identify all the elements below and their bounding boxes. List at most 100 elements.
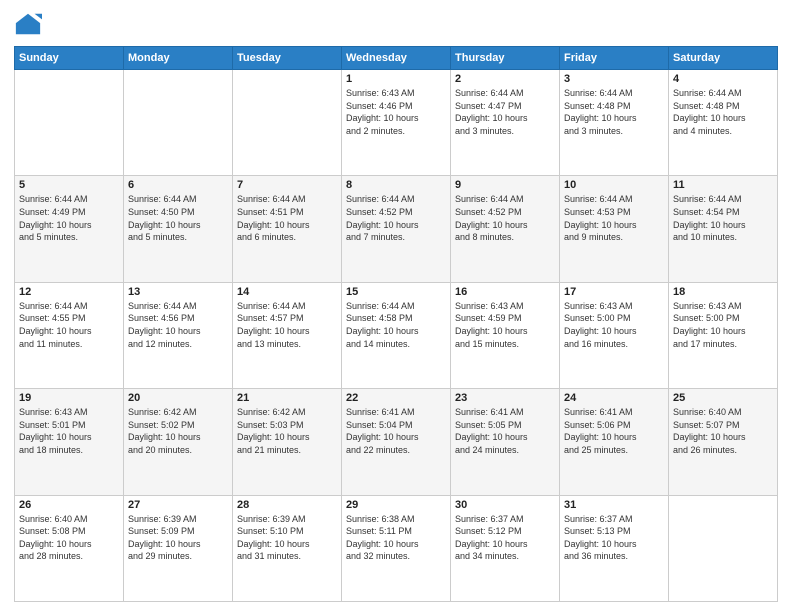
- calendar-day-cell: 20 Sunrise: 6:42 AM Sunset: 5:02 PM Dayli…: [124, 389, 233, 495]
- day-number: 7: [237, 179, 337, 191]
- calendar-week-row: 19 Sunrise: 6:43 AM Sunset: 5:01 PM Dayli…: [15, 389, 778, 495]
- day-number: 23: [455, 392, 555, 404]
- day-number: 20: [128, 392, 228, 404]
- day-detail: Sunrise: 6:44 AM Sunset: 4:51 PM Dayligh…: [237, 193, 337, 243]
- day-detail: Sunrise: 6:44 AM Sunset: 4:49 PM Dayligh…: [19, 193, 119, 243]
- calendar-day-cell: 1Sunrise: 6:43 AM Sunset: 4:46 PM Daylig…: [342, 70, 451, 176]
- day-detail: Sunrise: 6:40 AM Sunset: 5:08 PM Dayligh…: [19, 513, 119, 563]
- day-detail: Sunrise: 6:44 AM Sunset: 4:53 PM Dayligh…: [564, 193, 664, 243]
- day-number: 16: [455, 286, 555, 298]
- calendar-day-cell: 29Sunrise: 6:38 AM Sunset: 5:11 PM Dayli…: [342, 495, 451, 601]
- logo-icon: [14, 10, 42, 38]
- day-number: 21: [237, 392, 337, 404]
- day-detail: Sunrise: 6:40 AM Sunset: 5:07 PM Dayligh…: [673, 406, 773, 456]
- calendar-header-monday: Monday: [124, 47, 233, 70]
- calendar-day-cell: 9 Sunrise: 6:44 AM Sunset: 4:52 PM Daylig…: [451, 176, 560, 282]
- day-detail: Sunrise: 6:42 AM Sunset: 5:02 PM Dayligh…: [128, 406, 228, 456]
- calendar-header-thursday: Thursday: [451, 47, 560, 70]
- calendar-day-cell: 13Sunrise: 6:44 AM Sunset: 4:56 PM Dayli…: [124, 282, 233, 388]
- day-number: 22: [346, 392, 446, 404]
- day-number: 2: [455, 73, 555, 85]
- day-number: 12: [19, 286, 119, 298]
- calendar-day-cell: 26 Sunrise: 6:40 AM Sunset: 5:08 PM Dayli…: [15, 495, 124, 601]
- day-detail: Sunrise: 6:44 AM Sunset: 4:54 PM Dayligh…: [673, 193, 773, 243]
- calendar-day-cell: 2 Sunrise: 6:44 AM Sunset: 4:47 PM Daylig…: [451, 70, 560, 176]
- day-detail: Sunrise: 6:39 AM Sunset: 5:09 PM Dayligh…: [128, 513, 228, 563]
- day-detail: Sunrise: 6:44 AM Sunset: 4:52 PM Dayligh…: [346, 193, 446, 243]
- calendar-day-cell: 31 Sunrise: 6:37 AM Sunset: 5:13 PM Dayli…: [560, 495, 669, 601]
- calendar-day-cell: 30 Sunrise: 6:37 AM Sunset: 5:12 PM Dayli…: [451, 495, 560, 601]
- day-number: 13: [128, 286, 228, 298]
- calendar-day-cell: 17 Sunrise: 6:43 AM Sunset: 5:00 PM Dayli…: [560, 282, 669, 388]
- day-number: 17: [564, 286, 664, 298]
- calendar-day-cell: [124, 70, 233, 176]
- day-detail: Sunrise: 6:41 AM Sunset: 5:04 PM Dayligh…: [346, 406, 446, 456]
- day-number: 4: [673, 73, 773, 85]
- day-number: 15: [346, 286, 446, 298]
- calendar-day-cell: [669, 495, 778, 601]
- day-detail: Sunrise: 6:44 AM Sunset: 4:50 PM Dayligh…: [128, 193, 228, 243]
- calendar-day-cell: 10 Sunrise: 6:44 AM Sunset: 4:53 PM Dayli…: [560, 176, 669, 282]
- day-detail: Sunrise: 6:44 AM Sunset: 4:47 PM Dayligh…: [455, 87, 555, 137]
- calendar-day-cell: [233, 70, 342, 176]
- calendar-day-cell: 25Sunrise: 6:40 AM Sunset: 5:07 PM Dayli…: [669, 389, 778, 495]
- calendar-week-row: 12 Sunrise: 6:44 AM Sunset: 4:55 PM Dayli…: [15, 282, 778, 388]
- day-number: 26: [19, 499, 119, 511]
- calendar-day-cell: 12 Sunrise: 6:44 AM Sunset: 4:55 PM Dayli…: [15, 282, 124, 388]
- calendar-header-saturday: Saturday: [669, 47, 778, 70]
- day-number: 31: [564, 499, 664, 511]
- day-number: 9: [455, 179, 555, 191]
- calendar-table: SundayMondayTuesdayWednesdayThursdayFrid…: [14, 46, 778, 602]
- day-detail: Sunrise: 6:44 AM Sunset: 4:52 PM Dayligh…: [455, 193, 555, 243]
- day-detail: Sunrise: 6:38 AM Sunset: 5:11 PM Dayligh…: [346, 513, 446, 563]
- day-detail: Sunrise: 6:43 AM Sunset: 4:46 PM Dayligh…: [346, 87, 446, 137]
- day-number: 10: [564, 179, 664, 191]
- day-detail: Sunrise: 6:39 AM Sunset: 5:10 PM Dayligh…: [237, 513, 337, 563]
- calendar-day-cell: 22 Sunrise: 6:41 AM Sunset: 5:04 PM Dayli…: [342, 389, 451, 495]
- page-container: SundayMondayTuesdayWednesdayThursdayFrid…: [0, 0, 792, 612]
- day-detail: Sunrise: 6:42 AM Sunset: 5:03 PM Dayligh…: [237, 406, 337, 456]
- day-detail: Sunrise: 6:44 AM Sunset: 4:57 PM Dayligh…: [237, 300, 337, 350]
- calendar-day-cell: 7 Sunrise: 6:44 AM Sunset: 4:51 PM Daylig…: [233, 176, 342, 282]
- day-number: 27: [128, 499, 228, 511]
- day-number: 24: [564, 392, 664, 404]
- calendar-day-cell: 27 Sunrise: 6:39 AM Sunset: 5:09 PM Dayli…: [124, 495, 233, 601]
- calendar-day-cell: 15 Sunrise: 6:44 AM Sunset: 4:58 PM Dayli…: [342, 282, 451, 388]
- calendar-day-cell: [15, 70, 124, 176]
- calendar-day-cell: 19 Sunrise: 6:43 AM Sunset: 5:01 PM Dayli…: [15, 389, 124, 495]
- day-detail: Sunrise: 6:43 AM Sunset: 5:01 PM Dayligh…: [19, 406, 119, 456]
- day-number: 14: [237, 286, 337, 298]
- day-number: 28: [237, 499, 337, 511]
- calendar-day-cell: 14 Sunrise: 6:44 AM Sunset: 4:57 PM Dayli…: [233, 282, 342, 388]
- calendar-week-row: 1Sunrise: 6:43 AM Sunset: 4:46 PM Daylig…: [15, 70, 778, 176]
- day-detail: Sunrise: 6:41 AM Sunset: 5:06 PM Dayligh…: [564, 406, 664, 456]
- day-detail: Sunrise: 6:41 AM Sunset: 5:05 PM Dayligh…: [455, 406, 555, 456]
- calendar-day-cell: 16 Sunrise: 6:43 AM Sunset: 4:59 PM Dayli…: [451, 282, 560, 388]
- day-detail: Sunrise: 6:43 AM Sunset: 5:00 PM Dayligh…: [564, 300, 664, 350]
- calendar-header-row: SundayMondayTuesdayWednesdayThursdayFrid…: [15, 47, 778, 70]
- calendar-day-cell: 8Sunrise: 6:44 AM Sunset: 4:52 PM Daylig…: [342, 176, 451, 282]
- calendar-header-sunday: Sunday: [15, 47, 124, 70]
- header: [14, 10, 778, 38]
- calendar-day-cell: 21 Sunrise: 6:42 AM Sunset: 5:03 PM Dayli…: [233, 389, 342, 495]
- day-number: 19: [19, 392, 119, 404]
- day-detail: Sunrise: 6:37 AM Sunset: 5:12 PM Dayligh…: [455, 513, 555, 563]
- day-number: 6: [128, 179, 228, 191]
- calendar-day-cell: 4Sunrise: 6:44 AM Sunset: 4:48 PM Daylig…: [669, 70, 778, 176]
- logo: [14, 10, 46, 38]
- day-detail: Sunrise: 6:37 AM Sunset: 5:13 PM Dayligh…: [564, 513, 664, 563]
- day-detail: Sunrise: 6:43 AM Sunset: 5:00 PM Dayligh…: [673, 300, 773, 350]
- day-number: 18: [673, 286, 773, 298]
- calendar-header-tuesday: Tuesday: [233, 47, 342, 70]
- day-detail: Sunrise: 6:44 AM Sunset: 4:55 PM Dayligh…: [19, 300, 119, 350]
- calendar-day-cell: 5Sunrise: 6:44 AM Sunset: 4:49 PM Daylig…: [15, 176, 124, 282]
- day-detail: Sunrise: 6:44 AM Sunset: 4:58 PM Dayligh…: [346, 300, 446, 350]
- calendar-header-friday: Friday: [560, 47, 669, 70]
- calendar-day-cell: 23 Sunrise: 6:41 AM Sunset: 5:05 PM Dayli…: [451, 389, 560, 495]
- day-number: 30: [455, 499, 555, 511]
- day-detail: Sunrise: 6:43 AM Sunset: 4:59 PM Dayligh…: [455, 300, 555, 350]
- calendar-week-row: 5Sunrise: 6:44 AM Sunset: 4:49 PM Daylig…: [15, 176, 778, 282]
- calendar-day-cell: 24 Sunrise: 6:41 AM Sunset: 5:06 PM Dayli…: [560, 389, 669, 495]
- calendar-day-cell: 11Sunrise: 6:44 AM Sunset: 4:54 PM Dayli…: [669, 176, 778, 282]
- day-detail: Sunrise: 6:44 AM Sunset: 4:48 PM Dayligh…: [564, 87, 664, 137]
